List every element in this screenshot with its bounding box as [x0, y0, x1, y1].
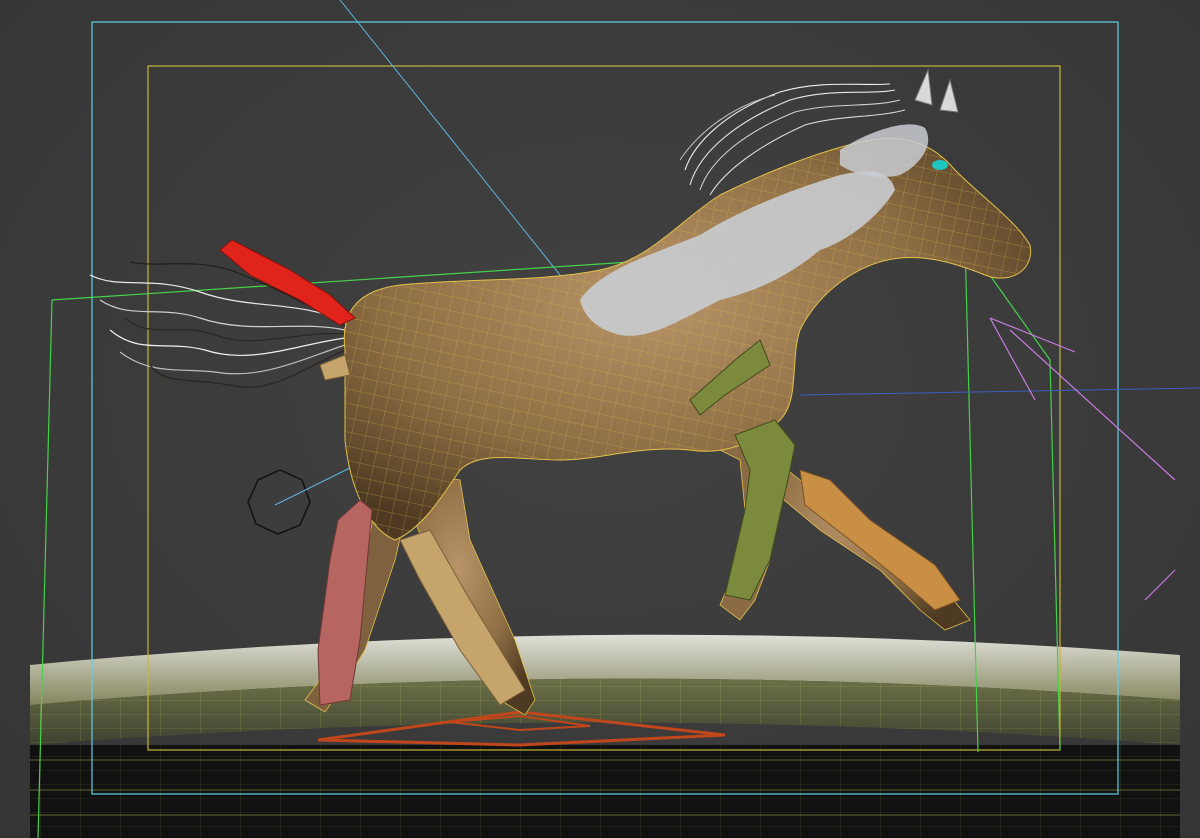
bone-front-right-leg[interactable]	[799, 469, 961, 611]
bone-tail[interactable]	[219, 239, 356, 326]
horse-eye	[932, 160, 948, 170]
light-direction-line-2	[799, 387, 1200, 396]
3d-viewport[interactable]	[0, 0, 1200, 838]
horse-ear-right	[939, 78, 959, 113]
ground-disc[interactable]	[30, 634, 1180, 838]
horse-ear-left	[914, 68, 933, 106]
viewport-scene[interactable]	[0, 0, 1200, 838]
light-direction-line	[339, 0, 581, 301]
light-helper-lines	[989, 317, 1176, 601]
bone-spine	[319, 354, 351, 381]
